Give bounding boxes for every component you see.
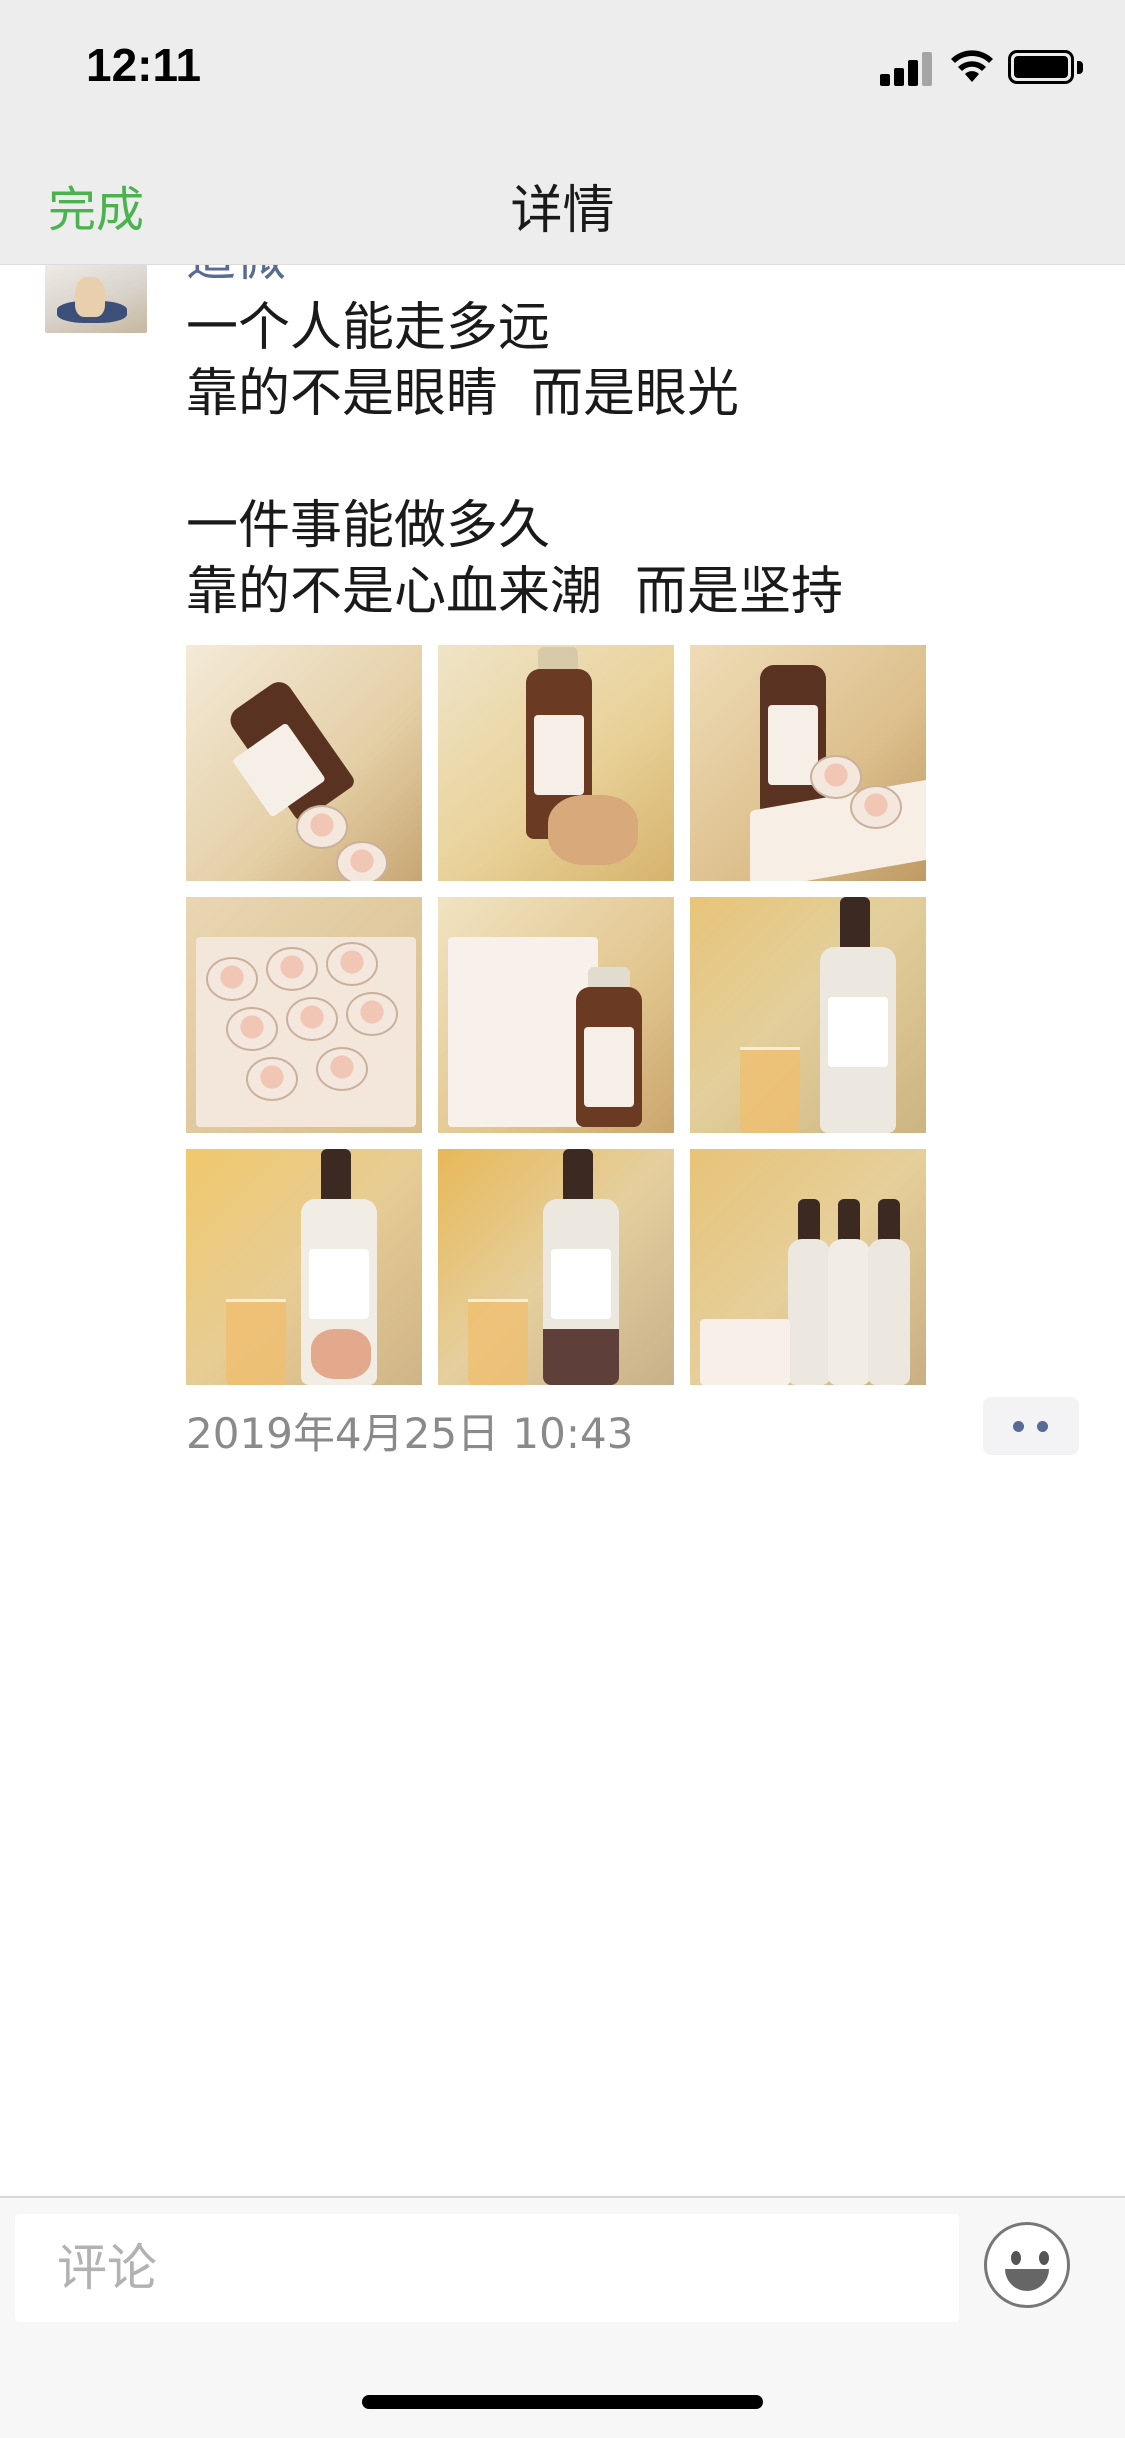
post-photo-5[interactable] xyxy=(438,897,674,1133)
post-timestamp: 2019年4月25日 10:43 xyxy=(186,1409,634,1458)
post-photo-6[interactable] xyxy=(690,897,926,1133)
post-text: 一个人能走多远 靠的不是眼睛 而是眼光 一件事能做多久 靠的不是心血来潮 而是坚… xyxy=(186,298,844,622)
post-photo-4[interactable] xyxy=(186,897,422,1133)
more-dots-icon xyxy=(1037,1421,1048,1432)
comment-input[interactable] xyxy=(15,2214,959,2322)
more-options-button[interactable] xyxy=(983,1397,1079,1455)
wifi-icon xyxy=(951,50,993,82)
page-title: 详情 xyxy=(510,181,615,241)
post-photo-7[interactable] xyxy=(186,1149,422,1385)
emoji-icon[interactable] xyxy=(984,2222,1070,2308)
post-photo-1[interactable] xyxy=(186,645,422,881)
avatar[interactable] xyxy=(45,255,147,333)
home-indicator[interactable] xyxy=(362,2395,763,2409)
post-photo-2[interactable] xyxy=(438,645,674,881)
post-photo-3[interactable] xyxy=(690,645,926,881)
more-dots-icon xyxy=(1013,1421,1024,1432)
battery-icon xyxy=(1008,50,1084,86)
post-photo-9[interactable] xyxy=(690,1149,926,1385)
photo-grid xyxy=(186,645,928,1385)
navigation-bar: 12:11 完成 详情 xyxy=(0,0,1125,265)
status-time: 12:11 xyxy=(86,39,202,91)
post-photo-8[interactable] xyxy=(438,1149,674,1385)
signal-icon xyxy=(880,50,936,86)
